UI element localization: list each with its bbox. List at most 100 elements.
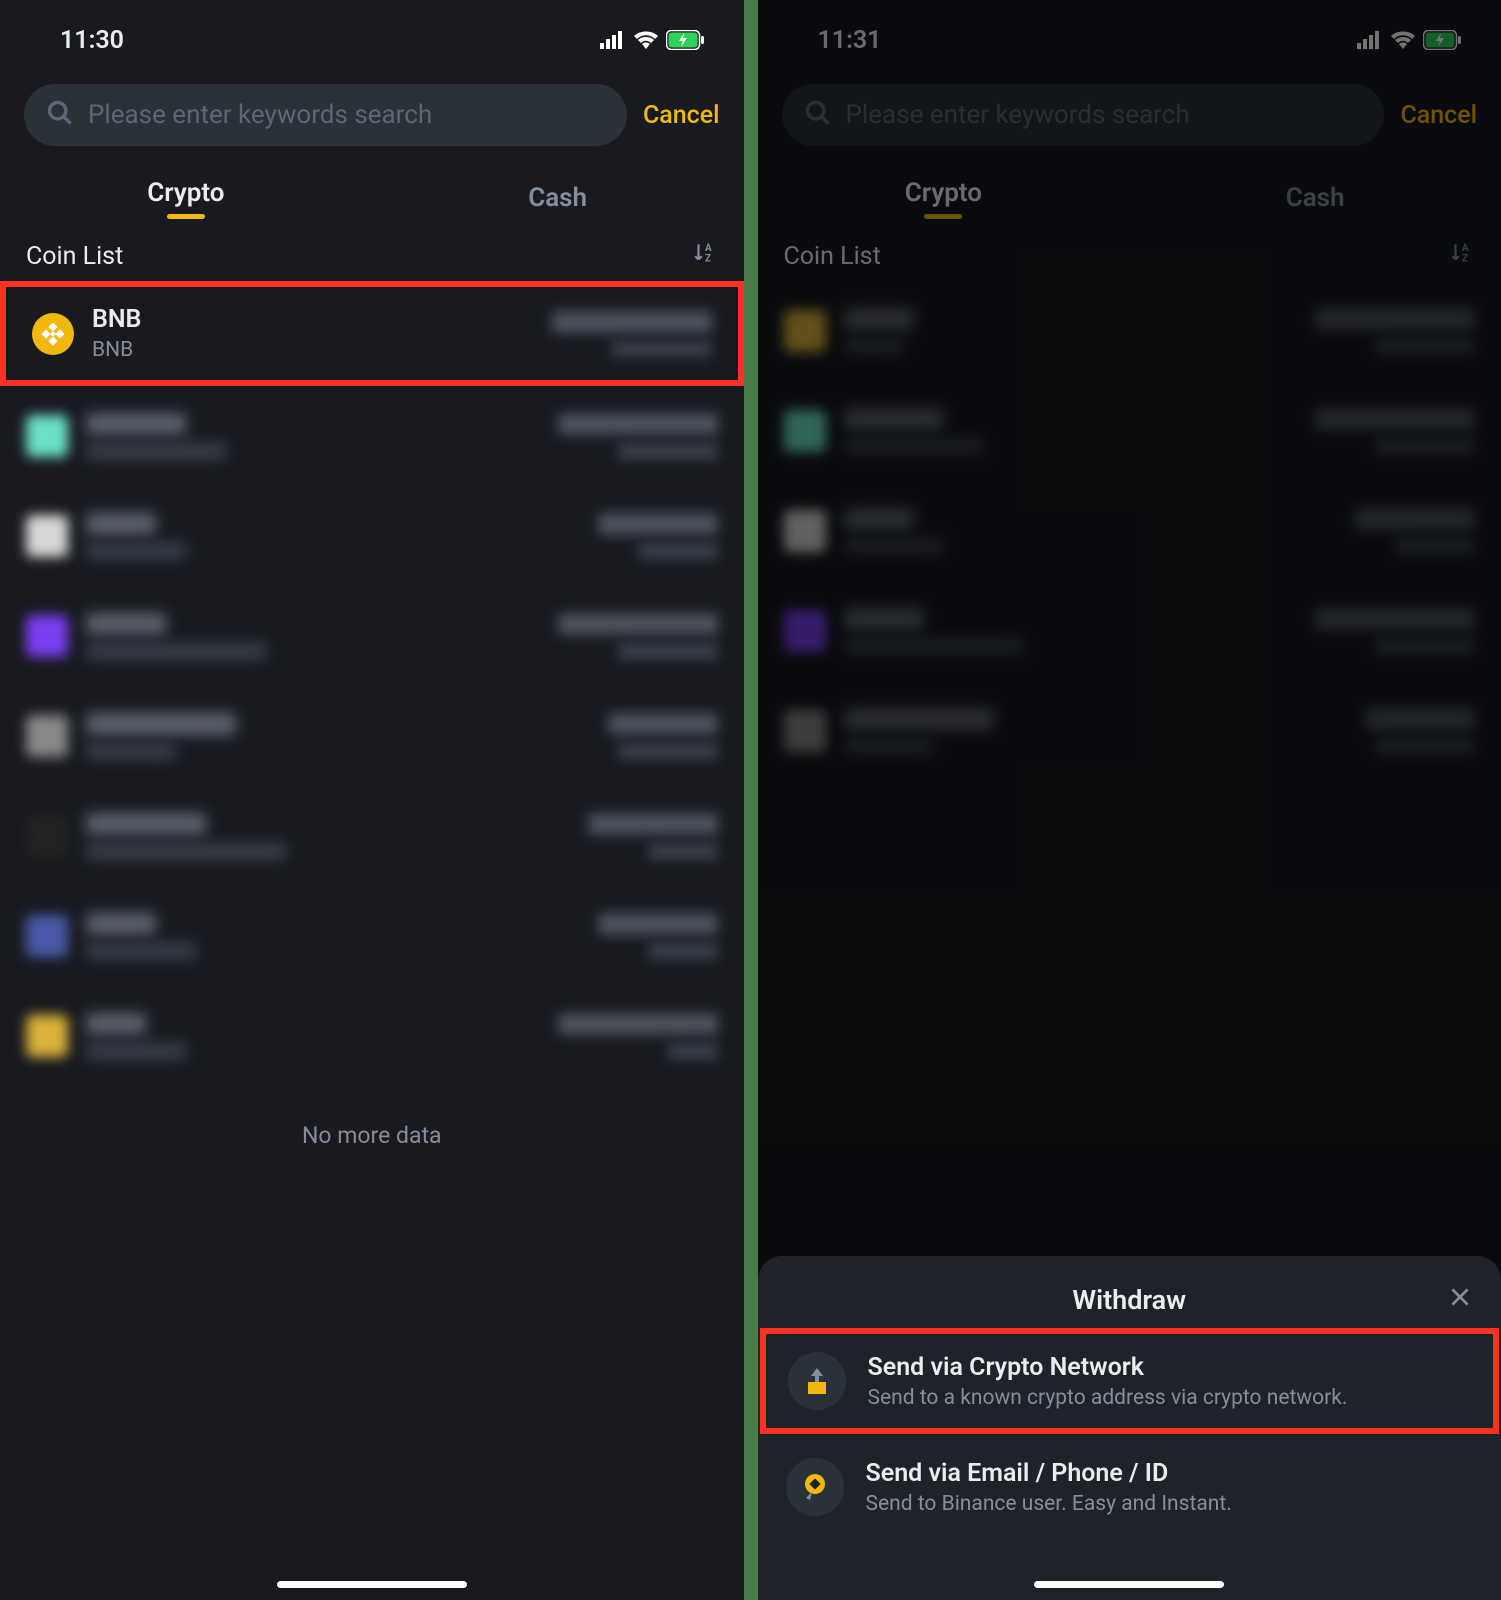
tab-indicator [924, 214, 962, 219]
coin-subname: BNB [92, 338, 534, 362]
coin-row-blur[interactable] [758, 281, 1501, 381]
tab-label: Cash [528, 183, 587, 213]
coin-balance [1355, 508, 1475, 554]
coin-icon-blur [26, 615, 68, 657]
tab-cash[interactable]: Cash [372, 164, 744, 232]
search-row: Cancel [0, 70, 744, 154]
battery-charging-icon [666, 30, 704, 50]
upload-wallet-icon [788, 1352, 846, 1410]
coin-list: BNB BNB [0, 281, 744, 1185]
coin-icon-blur [784, 710, 826, 752]
coin-info [844, 608, 1298, 654]
option-sub: Send to a known crypto address via crypt… [868, 1386, 1472, 1410]
coin-row-blur[interactable] [0, 886, 744, 986]
coin-balance [1315, 408, 1475, 454]
tabs: Crypto Cash [0, 164, 744, 232]
search-row: Cancel [758, 70, 1501, 154]
coin-row-blur[interactable] [758, 581, 1501, 681]
phone-left: 11:30 Cancel Crypto Cash [0, 0, 744, 1600]
status-icons [1357, 30, 1461, 50]
battery-charging-icon [1423, 30, 1461, 50]
home-indicator[interactable] [1034, 1581, 1224, 1588]
coin-row-blur[interactable] [758, 381, 1501, 481]
coin-row-blur[interactable] [0, 986, 744, 1086]
coin-list-title: Coin List [784, 242, 881, 271]
search-box[interactable] [782, 84, 1385, 146]
coin-info [844, 308, 1298, 354]
coin-row-blur[interactable] [758, 481, 1501, 581]
search-input[interactable] [88, 100, 605, 130]
search-icon [46, 99, 74, 131]
close-icon[interactable] [1447, 1284, 1473, 1314]
tab-cash[interactable]: Cash [1129, 164, 1501, 232]
coin-icon-blur [784, 410, 826, 452]
sort-az-icon[interactable]: AZ [1449, 240, 1475, 273]
cancel-button[interactable]: Cancel [1400, 101, 1477, 130]
option-sub: Send to Binance user. Easy and Instant. [866, 1492, 1474, 1516]
coin-icon-blur [784, 310, 826, 352]
sheet-title: Withdraw [1072, 1284, 1186, 1316]
withdraw-sheet: Withdraw Send via Crypto Network Send to… [758, 1256, 1501, 1600]
status-time: 11:31 [818, 26, 882, 55]
coin-info [844, 408, 1298, 454]
coin-list-header: Coin List AZ [0, 232, 744, 281]
wifi-icon [1391, 31, 1415, 49]
status-time: 11:30 [60, 26, 124, 55]
coin-list [758, 281, 1501, 781]
coin-row-blur[interactable] [0, 586, 744, 686]
sort-az-icon[interactable]: AZ [692, 240, 718, 273]
coin-icon-blur [26, 1015, 68, 1057]
coin-info [86, 913, 580, 959]
tabs: Crypto Cash [758, 164, 1501, 232]
coin-icon-blur [26, 515, 68, 557]
tab-label: Cash [1286, 183, 1345, 213]
signal-icon [600, 31, 626, 49]
coin-info [86, 513, 580, 559]
svg-text:A: A [1462, 243, 1469, 254]
bnb-icon [32, 313, 74, 355]
tab-crypto[interactable]: Crypto [0, 164, 372, 232]
coin-row-bnb[interactable]: BNB BNB [0, 281, 744, 386]
search-box[interactable] [24, 84, 627, 146]
coin-info [86, 413, 540, 459]
coin-info [844, 508, 1338, 554]
coin-info [844, 708, 1348, 754]
coin-balance [598, 913, 718, 959]
coin-info [86, 713, 590, 759]
tab-label: Crypto [147, 178, 224, 208]
option-text: Send via Email / Phone / ID Send to Bina… [866, 1459, 1474, 1516]
coin-info [86, 1013, 540, 1059]
coin-icon-blur [26, 715, 68, 757]
coin-icon-blur [26, 815, 68, 857]
coin-name: BNB [92, 305, 534, 334]
status-bar: 11:30 [0, 0, 744, 70]
option-text: Send via Crypto Network Send to a known … [868, 1353, 1472, 1410]
option-title: Send via Crypto Network [868, 1353, 1472, 1382]
cancel-button[interactable]: Cancel [643, 101, 720, 130]
coin-row-blur[interactable] [0, 786, 744, 886]
coin-list-header: Coin List AZ [758, 232, 1501, 281]
sheet-header: Withdraw [758, 1284, 1501, 1328]
status-icons [600, 30, 704, 50]
option-send-email-phone-id[interactable]: Send via Email / Phone / ID Send to Bina… [758, 1434, 1501, 1540]
option-send-crypto-network[interactable]: Send via Crypto Network Send to a known … [760, 1328, 1500, 1434]
coin-balance [552, 311, 712, 357]
coin-info [86, 613, 540, 659]
coin-row-blur[interactable] [0, 486, 744, 586]
tab-crypto[interactable]: Crypto [758, 164, 1130, 232]
svg-text:Z: Z [705, 254, 711, 265]
coin-balance [558, 413, 718, 459]
search-input[interactable] [846, 100, 1363, 130]
signal-icon [1357, 31, 1383, 49]
home-indicator[interactable] [277, 1581, 467, 1588]
no-more-footer: No more data [0, 1086, 744, 1185]
coin-icon-blur [26, 415, 68, 457]
coin-list-title: Coin List [26, 242, 123, 271]
coin-row-blur[interactable] [0, 386, 744, 486]
coin-row-blur[interactable] [758, 681, 1501, 781]
coin-info [86, 813, 570, 859]
coin-row-blur[interactable] [0, 686, 744, 786]
option-title: Send via Email / Phone / ID [866, 1459, 1474, 1488]
balance-blur [552, 311, 712, 333]
coin-balance [608, 713, 718, 759]
